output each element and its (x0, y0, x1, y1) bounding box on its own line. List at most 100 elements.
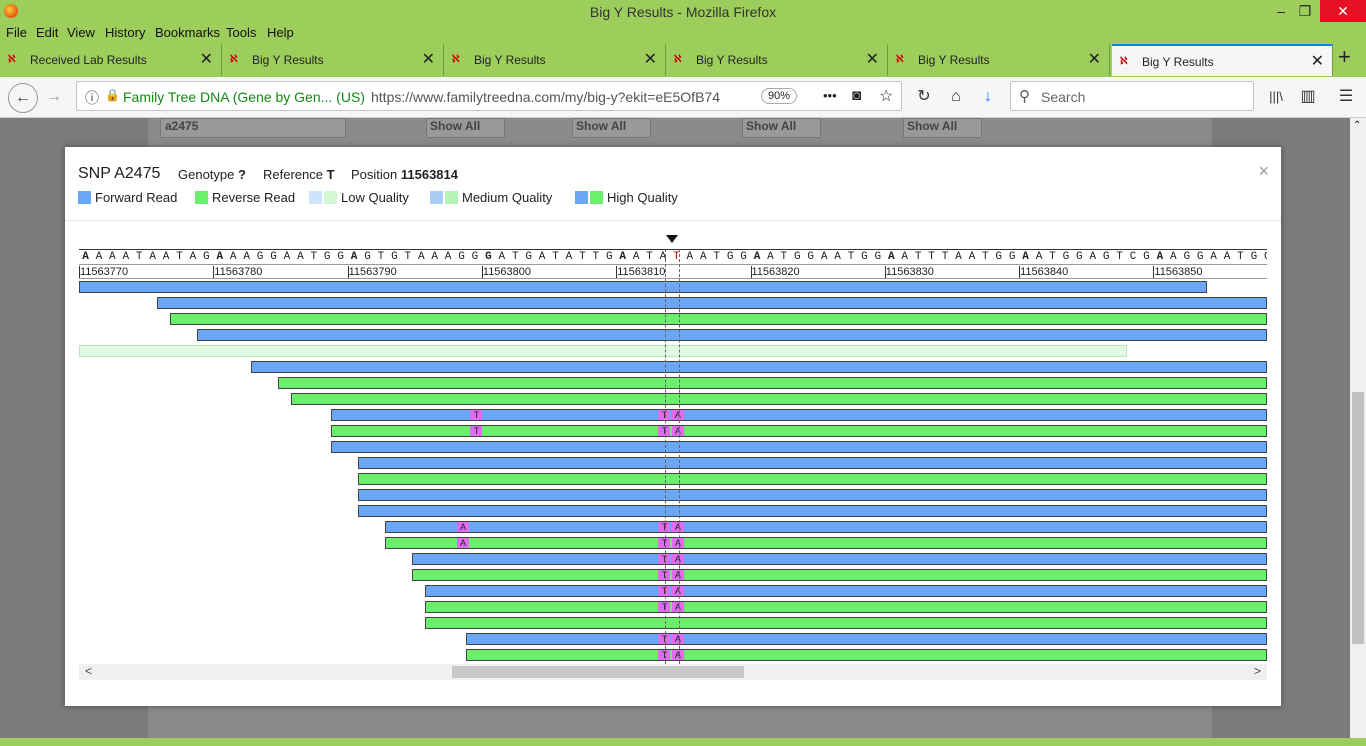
forward-read[interactable]: ATA (385, 521, 1267, 533)
close-window-button[interactable]: ✕ (1320, 0, 1366, 22)
menu-edit[interactable]: Edit (36, 25, 58, 40)
reference-base: T (673, 251, 680, 263)
menu-view[interactable]: View (67, 25, 95, 40)
reference-base: A (820, 251, 828, 263)
menu-history[interactable]: History (105, 25, 145, 40)
legend-label: Low Quality (341, 190, 409, 205)
scroll-left-icon[interactable]: < (85, 664, 92, 678)
legend-swatch (324, 191, 337, 204)
position-ruler: 11563770 11563780 11563790 11563800 11563810… (79, 266, 1267, 279)
reference-base: A (189, 251, 197, 263)
scroll-right-icon[interactable]: > (1254, 664, 1261, 678)
forward-read[interactable] (79, 281, 1208, 293)
viewer-scrollbar-thumb[interactable] (452, 666, 744, 678)
menu-help[interactable]: Help (267, 25, 294, 40)
legend-swatch (195, 191, 208, 204)
menu-tools[interactable]: Tools (226, 25, 256, 40)
reverse-read[interactable] (425, 617, 1267, 629)
pocket-icon[interactable]: ◙ (852, 87, 861, 104)
search-input[interactable]: ⚲ Search (1010, 81, 1254, 111)
reverse-read[interactable] (358, 473, 1267, 485)
tab-close-icon[interactable]: ✕ (422, 49, 435, 69)
forward-read[interactable] (358, 457, 1267, 469)
page-scrollbar[interactable]: ⌃ (1350, 118, 1366, 746)
reference-base: T (377, 251, 385, 263)
reference-base: G (203, 251, 210, 263)
reverse-read[interactable] (277, 377, 1267, 389)
ftdna-favicon-icon: ℵ (1120, 56, 1128, 67)
show-all-select[interactable]: Show All (742, 118, 821, 138)
reverse-read[interactable] (170, 313, 1267, 325)
tab-close-icon[interactable]: ✕ (644, 49, 657, 69)
forward-read[interactable] (331, 441, 1267, 453)
show-all-select[interactable]: Show All (903, 118, 982, 138)
home-button[interactable]: ⌂ (944, 85, 968, 109)
ftdna-favicon-icon: ℵ (230, 54, 238, 65)
menu-button[interactable]: ☰ (1334, 85, 1358, 109)
tab-big-y-results[interactable]: ℵ Big Y Results ✕ (888, 44, 1110, 76)
menu-file[interactable]: File (6, 25, 27, 40)
snp-guide-line-left (665, 249, 666, 665)
legend-label: Forward Read (95, 190, 178, 205)
snp-search-field[interactable]: a2475 (160, 118, 346, 138)
sidebar-button[interactable]: ▥ (1296, 85, 1320, 109)
bookmark-star-icon[interactable]: ☆ (879, 86, 893, 106)
forward-read[interactable]: TA (412, 553, 1267, 565)
position-label: Position (351, 167, 398, 182)
reverse-read[interactable]: TA (425, 601, 1267, 613)
reference-base: G (323, 251, 331, 263)
tab-close-icon[interactable]: ✕ (1088, 49, 1101, 69)
forward-read[interactable]: TA (465, 633, 1267, 645)
reverse-read[interactable]: ATA (385, 537, 1267, 549)
forward-read[interactable] (358, 489, 1267, 501)
library-button[interactable]: |||\ (1264, 85, 1288, 109)
reference-base: G (458, 251, 465, 263)
mismatch-base: A (671, 586, 684, 596)
reverse-read[interactable] (291, 393, 1267, 405)
mismatch-base: A (671, 538, 684, 548)
reverse-read[interactable]: TA (412, 569, 1267, 581)
tab-close-icon[interactable]: ✕ (866, 49, 879, 69)
tab-big-y-results-active[interactable]: ℵ Big Y Results ✕ (1112, 44, 1333, 76)
low-quality-read[interactable] (79, 345, 1127, 357)
reference-base: C (1129, 251, 1137, 263)
modal-close-button[interactable]: × (1258, 161, 1269, 182)
download-button[interactable]: ↓ (976, 85, 1000, 109)
forward-read[interactable]: TTA (331, 409, 1267, 421)
position-tick-label: 11563820 (750, 266, 800, 278)
maximize-button[interactable]: ❐ (1288, 0, 1322, 22)
url-bar[interactable]: ⓘ 🔒 Family Tree DNA (Gene by Gen... (US)… (76, 81, 902, 111)
reload-button[interactable]: ↻ (912, 85, 936, 109)
tab-close-icon[interactable]: ✕ (1311, 51, 1324, 71)
read-alignment-viewer[interactable]: AAAATAATAGAAAGGAATGGAGTGTAAAGGGATGATATTG… (79, 235, 1267, 665)
site-identity[interactable]: Family Tree DNA (Gene by Gen... (US) (123, 89, 365, 105)
tab-received-lab-results[interactable]: ℵ Received Lab Results ✕ (0, 44, 222, 76)
viewer-horizontal-scrollbar[interactable]: < > (79, 664, 1267, 680)
reverse-read[interactable]: TTA (331, 425, 1267, 437)
scroll-up-icon[interactable]: ⌃ (1353, 120, 1361, 131)
forward-read[interactable] (358, 505, 1267, 517)
show-all-select[interactable]: Show All (572, 118, 651, 138)
zoom-level[interactable]: 90% (761, 88, 798, 104)
info-icon[interactable]: ⓘ (85, 88, 99, 108)
position-tick-label: 11563840 (1019, 266, 1069, 278)
tab-big-y-results[interactable]: ℵ Big Y Results ✕ (222, 44, 444, 76)
back-button[interactable]: ← (8, 83, 38, 113)
forward-read[interactable] (156, 297, 1267, 309)
modal-title: SNP A2475 (78, 165, 161, 182)
reverse-read[interactable]: TA (465, 649, 1267, 661)
tab-big-y-results[interactable]: ℵ Big Y Results ✕ (444, 44, 666, 76)
forward-button[interactable]: → (42, 85, 66, 109)
page-actions-icon[interactable]: ••• (823, 88, 837, 103)
menu-bookmarks[interactable]: Bookmarks (155, 25, 220, 40)
page-scrollbar-thumb[interactable] (1352, 392, 1364, 644)
tab-close-icon[interactable]: ✕ (200, 49, 213, 69)
forward-read[interactable] (197, 329, 1267, 341)
reference-base: G (605, 251, 613, 263)
new-tab-button[interactable]: + (1338, 44, 1351, 70)
url-text[interactable]: https://www.familytreedna.com/my/big-y?e… (371, 89, 720, 105)
forward-read[interactable] (250, 361, 1267, 373)
tab-big-y-results[interactable]: ℵ Big Y Results ✕ (666, 44, 888, 76)
forward-read[interactable]: TA (425, 585, 1267, 597)
show-all-select[interactable]: Show All (426, 118, 505, 138)
